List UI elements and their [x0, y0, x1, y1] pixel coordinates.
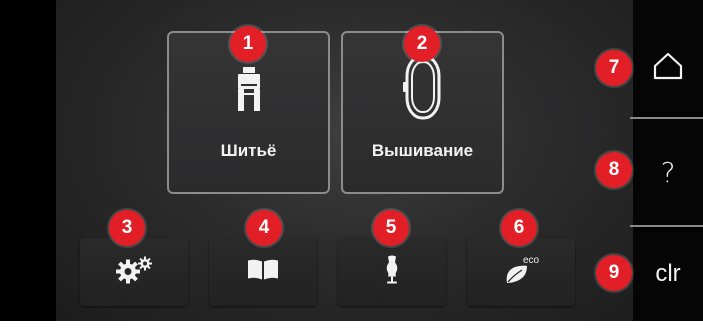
- callout-badge-6: 6: [501, 210, 537, 246]
- eco-leaf-icon: eco: [501, 255, 541, 287]
- callout-badge-3: 3: [109, 210, 145, 246]
- creative-consultant-button[interactable]: [338, 238, 446, 306]
- setup-button[interactable]: [80, 238, 188, 306]
- callout-badge-2: 2: [404, 26, 440, 62]
- home-icon: [653, 52, 683, 85]
- side-divider-1: [630, 117, 703, 119]
- bottom-bezel: [0, 321, 703, 331]
- help-label: ?: [660, 155, 676, 189]
- clear-label: clr: [655, 260, 681, 287]
- tutorial-book-icon: [247, 259, 279, 286]
- creative-consultant-dress-form-icon: [384, 255, 400, 290]
- clear-button[interactable]: clr: [633, 236, 703, 312]
- left-bezel: [0, 0, 56, 331]
- callout-badge-8: 8: [596, 152, 632, 188]
- callout-badge-7: 7: [596, 50, 632, 86]
- embroidery-mode-label: Вышивание: [371, 141, 474, 160]
- side-divider-2: [630, 225, 703, 227]
- sewing-mode-label: Шитьё: [220, 141, 277, 160]
- tutorial-button[interactable]: [209, 238, 317, 306]
- help-button[interactable]: ?: [633, 134, 703, 210]
- eco-icon-text: eco: [523, 255, 540, 266]
- sewing-machine-home-screen: Шитьё Вышивание eco ? clr 1 2 3 4 5 6 7 …: [0, 0, 703, 331]
- home-button[interactable]: [633, 30, 703, 106]
- presser-foot-icon: [237, 67, 261, 116]
- eco-mode-button[interactable]: eco: [467, 238, 575, 306]
- callout-badge-9: 9: [596, 255, 632, 291]
- setup-gears-icon: [114, 256, 154, 289]
- callout-badge-5: 5: [373, 210, 409, 246]
- callout-badge-4: 4: [246, 210, 282, 246]
- callout-badge-1: 1: [230, 26, 266, 62]
